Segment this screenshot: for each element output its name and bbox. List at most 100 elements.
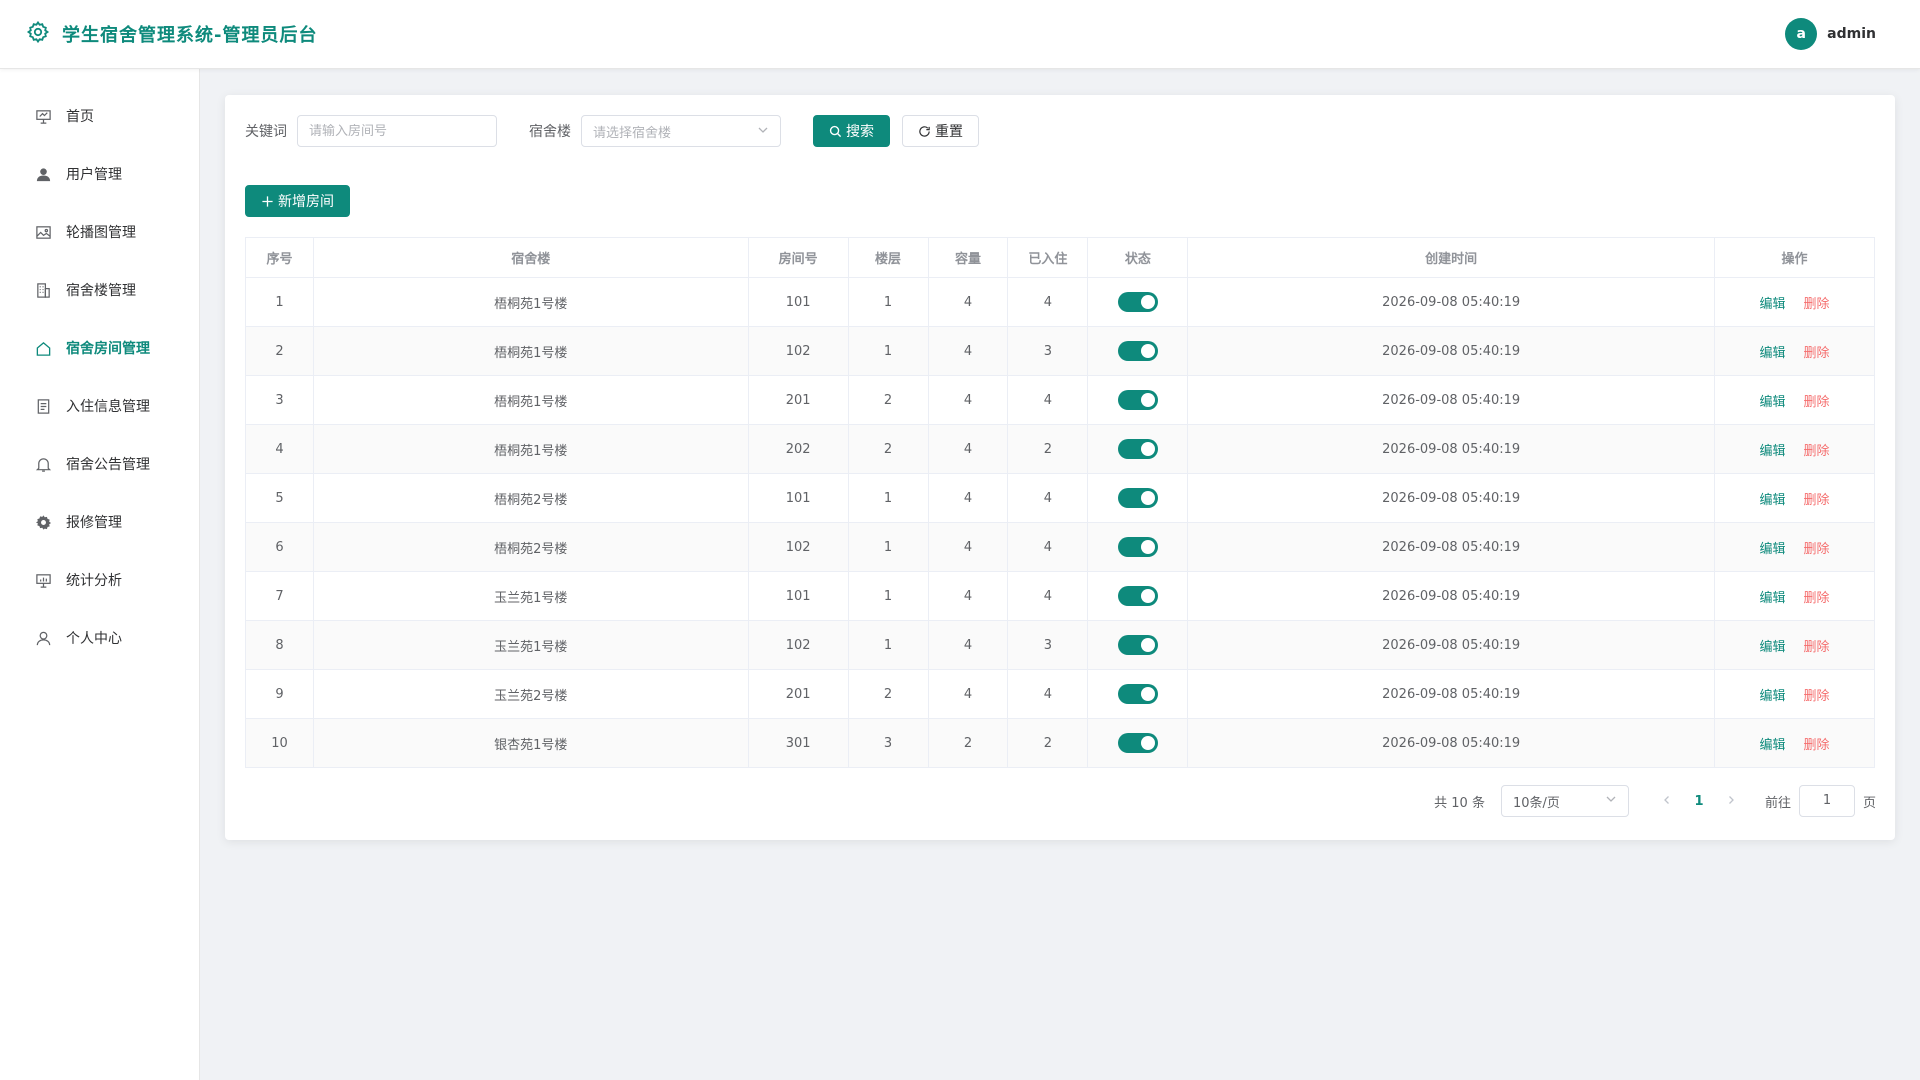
goto-page-input[interactable]: 1 bbox=[1798, 785, 1855, 817]
avatar[interactable]: a bbox=[1785, 18, 1818, 50]
status-toggle[interactable] bbox=[1117, 488, 1158, 508]
user-menu[interactable]: a admin bbox=[1785, 18, 1894, 50]
prev-page-button[interactable] bbox=[1651, 793, 1683, 809]
table-row: 4 梧桐苑1号楼 202 2 4 2 2026-09-08 05:40:19 编… bbox=[245, 424, 1875, 474]
cell-room: 201 bbox=[748, 669, 849, 719]
table-row: 2 梧桐苑1号楼 102 1 4 3 2026-09-08 05:40:19 编… bbox=[245, 326, 1875, 376]
cell-occupied: 4 bbox=[1007, 571, 1089, 621]
picture-icon bbox=[34, 223, 52, 241]
edit-link[interactable]: 编辑 bbox=[1759, 587, 1785, 606]
cell-floor: 1 bbox=[848, 571, 929, 621]
status-toggle[interactable] bbox=[1117, 292, 1158, 312]
status-toggle[interactable] bbox=[1117, 439, 1158, 459]
sidebar-item-repairs[interactable]: 报修管理 bbox=[0, 493, 199, 551]
keyword-input[interactable] bbox=[309, 123, 485, 139]
status-toggle[interactable] bbox=[1117, 341, 1158, 361]
column-header: 已入住 bbox=[1007, 237, 1089, 278]
column-header: 房间号 bbox=[748, 237, 849, 278]
status-toggle[interactable] bbox=[1117, 684, 1158, 704]
cell-actions: 编辑 删除 bbox=[1714, 277, 1875, 327]
status-toggle[interactable] bbox=[1117, 390, 1158, 410]
cell-index: 6 bbox=[245, 522, 314, 572]
status-toggle[interactable] bbox=[1117, 537, 1158, 557]
sidebar-item-profile[interactable]: 个人中心 bbox=[0, 609, 199, 667]
sidebar-item-label: 宿舍公告管理 bbox=[66, 457, 150, 473]
cell-room: 201 bbox=[748, 375, 849, 425]
cell-created: 2026-09-08 05:40:19 bbox=[1187, 620, 1715, 670]
delete-link[interactable]: 删除 bbox=[1804, 440, 1830, 459]
edit-link[interactable]: 编辑 bbox=[1759, 489, 1785, 508]
cell-building: 梧桐苑2号楼 bbox=[313, 473, 749, 523]
sidebar-item-label: 用户管理 bbox=[66, 167, 122, 183]
sidebar-item-home[interactable]: 首页 bbox=[0, 87, 199, 145]
search-icon bbox=[829, 125, 842, 137]
edit-link[interactable]: 编辑 bbox=[1759, 734, 1785, 753]
building-label: 宿舍楼 bbox=[529, 124, 571, 140]
plus-icon bbox=[262, 195, 273, 207]
person-icon bbox=[34, 629, 52, 647]
building-icon bbox=[34, 281, 52, 299]
sidebar-item-buildings[interactable]: 宿舍楼管理 bbox=[0, 261, 199, 319]
building-select[interactable]: 请选择宿舍楼 bbox=[581, 115, 781, 147]
sidebar: 首页 用户管理 轮播图管理 宿舍楼管理 宿舍房间管理 入住信息管理 宿舍公告管理… bbox=[0, 69, 200, 1080]
edit-link[interactable]: 编辑 bbox=[1759, 636, 1785, 655]
delete-link[interactable]: 删除 bbox=[1804, 489, 1830, 508]
delete-link[interactable]: 删除 bbox=[1804, 587, 1830, 606]
delete-link[interactable]: 删除 bbox=[1804, 342, 1830, 361]
edit-link[interactable]: 编辑 bbox=[1759, 342, 1785, 361]
sidebar-item-checkin[interactable]: 入住信息管理 bbox=[0, 377, 199, 435]
status-toggle[interactable] bbox=[1117, 733, 1158, 753]
sidebar-item-rooms[interactable]: 宿舍房间管理 bbox=[0, 319, 199, 377]
goto-label: 前往 bbox=[1764, 795, 1791, 811]
delete-link[interactable]: 删除 bbox=[1804, 538, 1830, 557]
cell-capacity: 4 bbox=[928, 571, 1009, 621]
chevron-left-icon bbox=[1664, 796, 1669, 804]
cell-capacity: 4 bbox=[928, 375, 1009, 425]
edit-link[interactable]: 编辑 bbox=[1759, 391, 1785, 410]
edit-link[interactable]: 编辑 bbox=[1759, 440, 1785, 459]
add-room-button[interactable]: 新增房间 bbox=[245, 185, 350, 217]
table-row: 10 银杏苑1号楼 301 3 2 2 2026-09-08 05:40:19 … bbox=[245, 718, 1875, 768]
sidebar-item-users[interactable]: 用户管理 bbox=[0, 145, 199, 203]
edit-link[interactable]: 编辑 bbox=[1759, 538, 1785, 557]
chart-icon bbox=[34, 571, 52, 589]
cell-capacity: 4 bbox=[928, 326, 1009, 376]
reset-button[interactable]: 重置 bbox=[902, 115, 979, 147]
delete-link[interactable]: 删除 bbox=[1804, 636, 1830, 655]
username[interactable]: admin bbox=[1827, 26, 1876, 42]
edit-link[interactable]: 编辑 bbox=[1759, 293, 1785, 312]
delete-link[interactable]: 删除 bbox=[1804, 391, 1830, 410]
sidebar-item-carousel[interactable]: 轮播图管理 bbox=[0, 203, 199, 261]
cell-floor: 2 bbox=[848, 669, 929, 719]
keyword-input-wrapper[interactable] bbox=[297, 115, 497, 147]
sidebar-item-label: 个人中心 bbox=[66, 631, 122, 647]
table-header-row: 序号 宿舍楼 房间号 楼层 容量 已入住 状态 创建时间 操作 bbox=[245, 237, 1875, 278]
cell-created: 2026-09-08 05:40:19 bbox=[1187, 375, 1715, 425]
cell-actions: 编辑 删除 bbox=[1714, 522, 1875, 572]
cell-capacity: 4 bbox=[928, 473, 1009, 523]
search-button[interactable]: 搜索 bbox=[813, 115, 890, 147]
cell-room: 102 bbox=[748, 620, 849, 670]
sidebar-item-statistics[interactable]: 统计分析 bbox=[0, 551, 199, 609]
edit-link[interactable]: 编辑 bbox=[1759, 685, 1785, 704]
gear-icon bbox=[34, 513, 52, 531]
cell-index: 7 bbox=[245, 571, 314, 621]
brand: 学生宿舍管理系统-管理员后台 bbox=[26, 20, 317, 48]
next-page-button[interactable] bbox=[1715, 793, 1747, 809]
delete-link[interactable]: 删除 bbox=[1804, 293, 1830, 312]
page-number-current[interactable]: 1 bbox=[1683, 794, 1715, 809]
cell-floor: 3 bbox=[848, 718, 929, 768]
delete-link[interactable]: 删除 bbox=[1804, 734, 1830, 753]
status-toggle[interactable] bbox=[1117, 635, 1158, 655]
page-size-select[interactable]: 10条/页 bbox=[1500, 785, 1629, 817]
delete-link[interactable]: 删除 bbox=[1804, 685, 1830, 704]
sidebar-item-label: 首页 bbox=[66, 109, 94, 125]
chevron-down-icon bbox=[757, 124, 769, 139]
table-row: 1 梧桐苑1号楼 101 1 4 4 2026-09-08 05:40:19 编… bbox=[245, 277, 1875, 327]
status-toggle[interactable] bbox=[1117, 586, 1158, 606]
column-header: 楼层 bbox=[848, 237, 929, 278]
sidebar-item-label: 入住信息管理 bbox=[66, 399, 150, 415]
cell-capacity: 4 bbox=[928, 669, 1009, 719]
sidebar-item-notices[interactable]: 宿舍公告管理 bbox=[0, 435, 199, 493]
cell-actions: 编辑 删除 bbox=[1714, 424, 1875, 474]
